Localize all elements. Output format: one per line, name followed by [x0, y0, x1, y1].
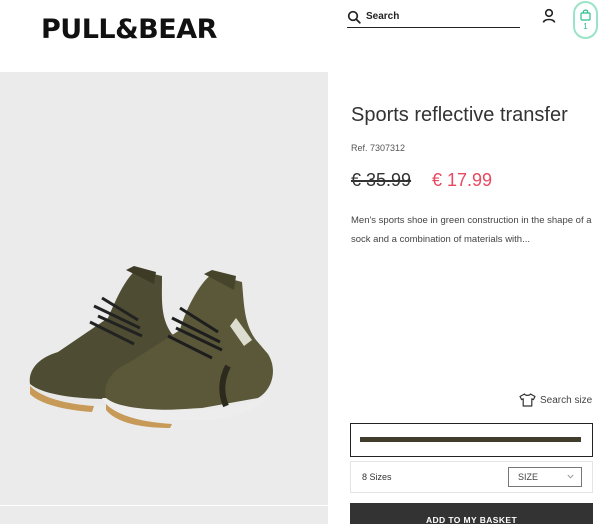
color-selector[interactable]: [350, 423, 593, 457]
size-row: 8 Sizes SIZE: [350, 461, 593, 493]
header: PULL&BEAR 1: [0, 0, 600, 72]
product-title: Sports reflective transfer: [351, 104, 568, 126]
basket-icon: [580, 9, 591, 21]
size-guide-link[interactable]: Search size: [519, 393, 592, 407]
brand-logo[interactable]: PULL&BEAR: [41, 14, 217, 45]
search-icon: [347, 10, 361, 24]
color-swatch: [360, 437, 581, 442]
chevron-down-icon: [567, 474, 574, 479]
sneakers-image: [28, 266, 273, 428]
sale-price: € 17.99: [432, 170, 493, 190]
search-input[interactable]: [366, 11, 516, 22]
user-icon: [542, 8, 556, 23]
size-select-value: SIZE: [518, 472, 539, 482]
search-bar[interactable]: [347, 6, 520, 28]
product-thumbnail-strip[interactable]: [0, 506, 328, 524]
basket-count: 1: [583, 22, 588, 31]
tshirt-icon: [519, 393, 536, 407]
add-to-basket-button[interactable]: ADD TO MY BASKET: [350, 503, 593, 524]
original-price: € 35.99: [351, 170, 412, 190]
product-reference: Ref. 7307312: [351, 143, 406, 153]
user-account-button[interactable]: [540, 7, 558, 25]
product-description: Men's sports shoe in green construction …: [351, 215, 592, 245]
sizes-count: 8 Sizes: [362, 472, 392, 482]
size-select[interactable]: SIZE: [508, 467, 582, 487]
basket-button[interactable]: 1: [573, 1, 598, 39]
size-guide-label: Search size: [540, 394, 593, 406]
